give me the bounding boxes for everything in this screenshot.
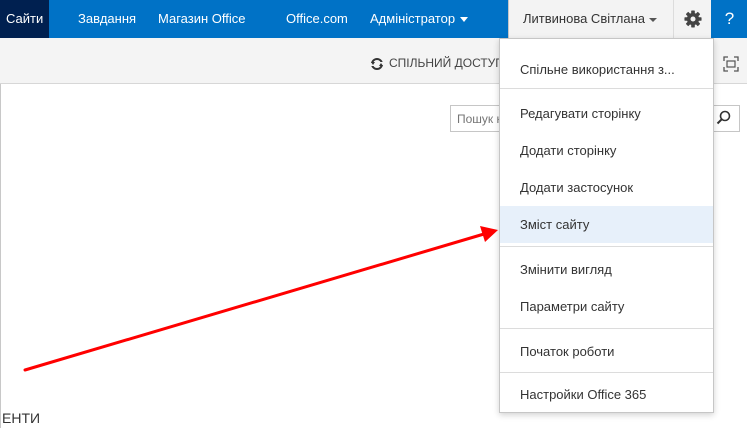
nav-office-store[interactable]: Магазин Office [158,0,245,38]
nav-sites-label: Сайти [6,11,44,26]
menu-item-label: Зміст сайту [520,217,590,232]
arrow-head [480,226,498,242]
chevron-down-icon [460,17,469,23]
menu-item-add-page[interactable]: Додати сторінку [500,132,713,169]
content-frame-border [0,84,1,428]
documents-heading-partial: ЕНТИ [2,410,41,426]
sync-icon [371,57,383,70]
user-menu-button[interactable]: Литвинова Світлана [508,0,673,38]
menu-item-label: Додати сторінку [520,143,617,158]
menu-item-site-contents[interactable]: Зміст сайту [500,206,713,243]
menu-item-label: Початок роботи [520,344,615,359]
menu-item-site-settings[interactable]: Параметри сайту [500,288,713,325]
menu-item-add-app[interactable]: Додати застосунок [500,169,713,206]
menu-divider [500,372,713,373]
menu-item-label: Спільне використання з... [520,62,675,77]
nav-administrator[interactable]: Адміністратор [370,0,469,38]
nav-tasks-label: Завдання [78,11,137,26]
menu-divider [500,88,713,89]
share-button[interactable]: СПІЛЬНИЙ ДОСТУП [370,56,504,71]
menu-item-label: Настройки Office 365 [520,387,647,402]
nav-tasks[interactable]: Завдання [78,0,136,38]
arrow-shaft [23,232,486,372]
focus-on-content-icon[interactable] [723,56,739,72]
chevron-down-icon [649,17,658,22]
menu-divider [500,328,713,329]
menu-item-office365-settings[interactable]: Настройки Office 365 [500,376,713,413]
settings-dropdown-menu: Спільне використання з... Редагувати сто… [499,38,714,413]
menu-item-share-with[interactable]: Спільне використання з... [500,51,713,88]
help-icon: ? [724,9,735,28]
search-icon[interactable] [716,110,732,126]
menu-item-getting-started[interactable]: Початок роботи [500,333,713,370]
nav-office-com-label: Office.com [286,11,348,26]
settings-button[interactable] [673,0,711,38]
menu-item-label: Редагувати сторінку [520,106,641,121]
menu-item-label: Додати застосунок [520,180,634,195]
menu-item-label: Параметри сайту [520,299,625,314]
menu-item-label: Змінити вигляд [520,262,612,277]
gear-icon [684,10,702,28]
user-name: Литвинова Світлана [523,11,646,26]
menu-divider [500,246,713,247]
nav-office-com[interactable]: Office.com [286,0,348,38]
help-button[interactable]: ? [712,0,747,38]
nav-sites[interactable]: Сайти [0,0,50,38]
menu-item-edit-page[interactable]: Редагувати сторінку [500,95,713,132]
nav-office-store-label: Магазин Office [158,11,246,26]
menu-item-change-look[interactable]: Змінити вигляд [500,251,713,288]
nav-administrator-label: Адміністратор [370,11,456,26]
share-label: СПІЛЬНИЙ ДОСТУП [389,56,504,70]
